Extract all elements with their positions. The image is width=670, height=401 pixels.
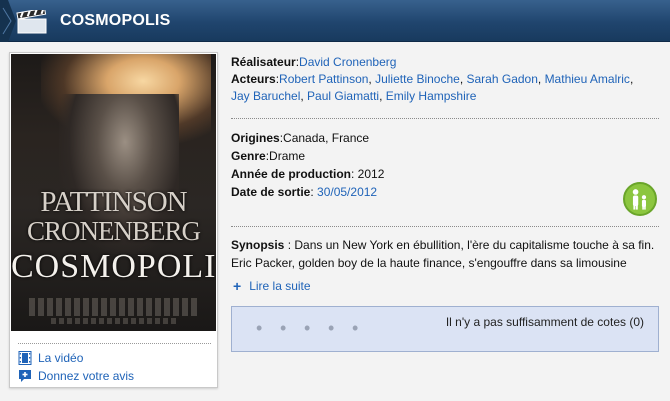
poster-credits bbox=[29, 298, 199, 316]
genre-label: Genre bbox=[231, 149, 266, 163]
poster-title: COSMOPOLIS bbox=[11, 248, 216, 285]
page-title: COSMOPOLIS bbox=[60, 12, 171, 29]
release-date-link[interactable]: 30/05/2012 bbox=[317, 185, 377, 199]
card-divider bbox=[18, 343, 211, 344]
movie-poster[interactable]: PATTINSON CRONENBERG COSMOPOLIS bbox=[11, 54, 216, 331]
info-divider bbox=[231, 226, 659, 227]
year-label: Année de production bbox=[231, 167, 351, 181]
origins-label: Origines bbox=[231, 131, 280, 145]
details-block: Origines:Canada, France Genre:Drame Anné… bbox=[231, 129, 631, 201]
actor-link[interactable]: Emily Hampshire bbox=[386, 89, 477, 103]
plus-icon: + bbox=[233, 278, 242, 294]
read-more-link[interactable]: + Lire la suite bbox=[233, 279, 311, 293]
actor-link[interactable]: Jay Baruchel bbox=[231, 89, 300, 103]
director-link[interactable]: David Cronenberg bbox=[299, 55, 396, 69]
rating-stars[interactable]: • • • • • bbox=[256, 319, 361, 337]
movie-header-bar: COSMOPOLIS bbox=[0, 0, 670, 42]
actors-label: Acteurs bbox=[231, 72, 276, 86]
actor-link[interactable]: Sarah Gadon bbox=[467, 72, 538, 86]
rating-dot[interactable]: • bbox=[352, 319, 361, 337]
header-arrow-icon bbox=[0, 0, 16, 42]
video-link[interactable]: La vidéo bbox=[18, 351, 83, 365]
actors-row: Acteurs:Robert Pattinson, Juliette Binoc… bbox=[231, 72, 634, 103]
add-comment-icon bbox=[19, 370, 31, 382]
synopsis-text: Dans un New York en ébullition, l'ère du… bbox=[231, 238, 655, 270]
clapperboard-icon bbox=[16, 10, 47, 34]
synopsis: Synopsis : Dans un New York en ébullitio… bbox=[231, 236, 661, 272]
actor-link[interactable]: Robert Pattinson bbox=[279, 72, 368, 86]
actor-link[interactable]: Paul Giamatti bbox=[307, 89, 379, 103]
rating-dot[interactable]: • bbox=[328, 319, 337, 337]
credits-block: Réalisateur:David Cronenberg Acteurs:Rob… bbox=[231, 54, 661, 105]
rating-box: • • • • • Il n'y a pas suffisamment de c… bbox=[231, 306, 659, 352]
origins-row: Origines:Canada, France bbox=[231, 131, 370, 145]
poster-credits-small bbox=[51, 318, 177, 324]
origins-value: Canada, France bbox=[283, 131, 370, 145]
year-row: Année de production: 2012 bbox=[231, 167, 385, 181]
info-divider bbox=[231, 118, 659, 119]
genre-row: Genre:Drame bbox=[231, 149, 306, 163]
review-link-label[interactable]: Donnez votre avis bbox=[38, 369, 134, 383]
director-row: Réalisateur:David Cronenberg bbox=[231, 55, 397, 69]
family-icon bbox=[623, 182, 657, 216]
synopsis-label: Synopsis bbox=[231, 238, 285, 252]
rating-status: Il n'y a pas suffisamment de cotes (0) bbox=[445, 315, 644, 329]
film-icon bbox=[18, 351, 32, 365]
read-more-label[interactable]: Lire la suite bbox=[249, 279, 310, 293]
rating-dot[interactable]: • bbox=[304, 319, 313, 337]
director-label: Réalisateur bbox=[231, 55, 296, 69]
poster-actor-name: PATTINSON bbox=[40, 186, 187, 218]
video-link-label[interactable]: La vidéo bbox=[38, 351, 83, 365]
release-label: Date de sortie bbox=[231, 185, 311, 199]
review-link[interactable]: Donnez votre avis bbox=[18, 369, 134, 383]
rating-dot[interactable]: • bbox=[280, 319, 289, 337]
rating-dot[interactable]: • bbox=[256, 319, 265, 337]
poster-director-name: CRONENBERG bbox=[26, 216, 201, 246]
actor-link[interactable]: Juliette Binoche bbox=[375, 72, 460, 86]
genre-value: Drame bbox=[269, 149, 306, 163]
poster-card: PATTINSON CRONENBERG COSMOPOLIS La vidéo… bbox=[9, 52, 218, 388]
actor-link[interactable]: Mathieu Amalric bbox=[545, 72, 630, 86]
release-row: Date de sortie: 30/05/2012 bbox=[231, 185, 378, 199]
year-value: 2012 bbox=[357, 167, 385, 181]
